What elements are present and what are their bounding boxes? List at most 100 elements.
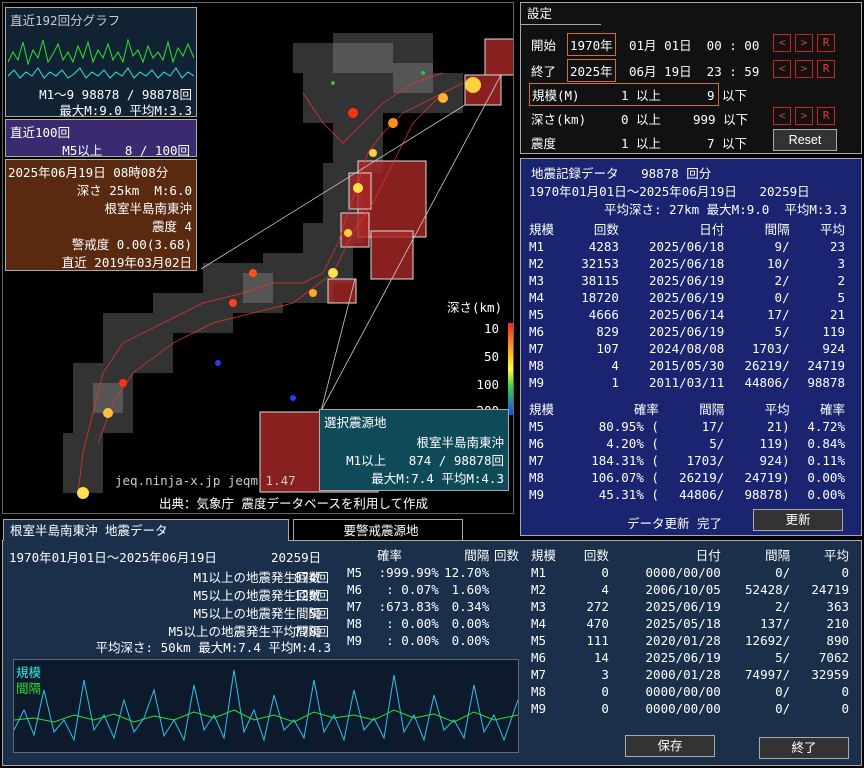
table-cell: 2025/06/19: [649, 324, 725, 339]
table-cell: 2025/06/19: [645, 650, 721, 665]
table-cell: M3: [529, 273, 545, 288]
region-data-panel: 根室半島南東沖 地震データ 要警戒震源地 1970年01月01日～2025年06…: [2, 519, 862, 766]
table-cell: M6: [347, 582, 363, 597]
recent-sparkline: [8, 38, 194, 79]
reset-button[interactable]: Reset: [773, 129, 837, 151]
table-cell: 106.07% (: [591, 470, 659, 485]
records-title: 地震記録データ 98878 回分: [531, 166, 712, 181]
end-prev-button[interactable]: <: [773, 60, 791, 78]
table-row: M5 111 2020/01/28 12692/890: [529, 632, 851, 649]
table-row: M3 272 2025/06/19 2/363: [529, 598, 851, 615]
table-row: M1 4283 2025/06/18 9/23: [527, 238, 847, 255]
depth-next-button[interactable]: >: [795, 107, 813, 125]
latest-last: 直近 2019年03月02日: [61, 255, 192, 270]
table-cell: M5: [347, 565, 363, 580]
intensity-min[interactable]: 1 以上: [621, 133, 661, 152]
end-year[interactable]: 2025年: [567, 59, 616, 82]
table-cell: 363: [826, 599, 849, 614]
intensity-max[interactable]: 7 以下: [707, 133, 747, 152]
records-avg: 平均深さ: 27km 最大M:9.0 平均M:3.3: [604, 202, 847, 217]
table-cell: 4: [611, 358, 619, 373]
selected-place: 根室半島南東沖: [416, 435, 504, 450]
tab-alert-zones[interactable]: 要警戒震源地: [293, 519, 463, 541]
start-prev-button[interactable]: <: [773, 34, 791, 52]
table-cell: 4283: [588, 239, 619, 254]
table-cell: 924: [822, 341, 845, 356]
table-cell: 924): [759, 453, 790, 468]
table-header: 規模: [531, 548, 557, 563]
table-row: M4 470 2025/05/18 137/210: [529, 615, 851, 632]
stat-value: 5回: [308, 606, 329, 621]
table-cell: M2: [529, 256, 545, 271]
table-cell: M7: [529, 341, 545, 356]
table-cell: 0.00%: [451, 616, 490, 631]
table-cell: 0: [601, 565, 609, 580]
start-next-button[interactable]: >: [795, 34, 813, 52]
latest-alert: 警戒度 0.00(3.68): [71, 237, 192, 252]
update-button[interactable]: 更新: [753, 509, 843, 531]
table-cell: 4: [601, 582, 609, 597]
table-cell: 829: [596, 324, 619, 339]
table-cell: 0/: [775, 565, 791, 580]
start-year[interactable]: 1970年: [567, 33, 616, 56]
table-cell: 111: [586, 633, 609, 648]
selected-title: 選択震源地: [324, 415, 387, 430]
table-cell: 3: [837, 256, 845, 271]
table-cell: 24719: [807, 358, 845, 373]
table-cell: M6: [529, 436, 545, 451]
end-rest[interactable]: 06月 19日 23 : 59: [629, 61, 759, 80]
latest-quake-panel: 2025年06月19日 08時08分 深さ 25km M:6.0 根室半島南東沖…: [5, 159, 197, 271]
recent-100-title: 直近100回: [10, 125, 71, 140]
table-cell: 98878): [744, 487, 790, 502]
table-cell: 272: [586, 599, 609, 614]
start-reset-button[interactable]: R: [817, 34, 835, 52]
table-cell: 5/: [709, 436, 725, 451]
table-cell: 74997/: [745, 667, 791, 682]
table-cell: 0: [841, 701, 849, 716]
update-status: データ更新 完了: [627, 516, 723, 531]
recent-graph-title: 直近192回分グラフ: [10, 13, 121, 28]
table-cell: 4.20% (: [606, 436, 659, 451]
region-avg-line: 平均深さ: 50km 最大M:7.4 平均M:4.3: [95, 640, 331, 655]
table-row: M2 4 2006/10/05 52428/24719: [529, 581, 851, 598]
table-cell: 0.11%: [807, 453, 845, 468]
end-reset-button[interactable]: R: [817, 60, 835, 78]
table-row: M3 38115 2025/06/19 2/2: [527, 272, 847, 289]
depth-prev-button[interactable]: <: [773, 107, 791, 125]
table-cell: M9: [531, 701, 547, 716]
region-graph-svg: [13, 669, 519, 742]
depth-reset-button[interactable]: R: [817, 107, 835, 125]
table-cell: 52428/: [745, 582, 791, 597]
table-cell: M7: [531, 667, 547, 682]
scale-min[interactable]: 1 以上: [621, 85, 661, 104]
scale-max[interactable]: 9 以下: [707, 85, 747, 104]
table-cell: 0.00%: [451, 633, 490, 648]
table-cell: 0/: [775, 684, 791, 699]
seismic-map[interactable]: 直近192回分グラフ M1～9 98878 / 98878回 最大M:9.0 平…: [2, 2, 514, 514]
table-row: M9 1 2011/03/11 44806/98878: [527, 374, 847, 391]
table-cell: 9/: [774, 239, 790, 254]
table-cell: 24719): [744, 470, 790, 485]
table-cell: 2025/06/19: [645, 599, 721, 614]
table-cell: 4.72%: [807, 419, 845, 434]
table-row: M5 4666 2025/06/14 17/21: [527, 306, 847, 323]
table-cell: 17/: [767, 307, 790, 322]
depth-legend-title: 深さ(km): [447, 300, 503, 315]
tab-region-data[interactable]: 根室半島南東沖 地震データ: [3, 519, 289, 541]
table-row: M2 32153 2025/06/18 10/3: [527, 255, 847, 272]
save-button[interactable]: 保存: [625, 735, 715, 757]
table-cell: 210: [826, 616, 849, 631]
records-table-2: 規模 確率 間隔 平均 確率 M5 80.95% (17/21) 4.72% M6 4.20% (…: [527, 399, 847, 503]
table-row: M7:673.83% 0.34%: [345, 598, 521, 615]
start-rest[interactable]: 01月 01日 00 : 00: [629, 35, 759, 54]
end-next-button[interactable]: >: [795, 60, 813, 78]
table-cell: M5: [529, 307, 545, 322]
table-row: M4 18720 2025/06/19 0/5: [527, 289, 847, 306]
quit-button[interactable]: 終了: [759, 737, 849, 759]
table-row: M9 45.31% (44806/98878) 0.00%: [527, 486, 847, 503]
depth-min[interactable]: 0 以上: [621, 109, 661, 128]
region-graph: 規模 間隔: [13, 659, 519, 753]
table-header: 規模: [529, 402, 555, 417]
depth-max[interactable]: 999 以下: [693, 109, 748, 128]
depth-legend-10: 10: [483, 321, 499, 336]
